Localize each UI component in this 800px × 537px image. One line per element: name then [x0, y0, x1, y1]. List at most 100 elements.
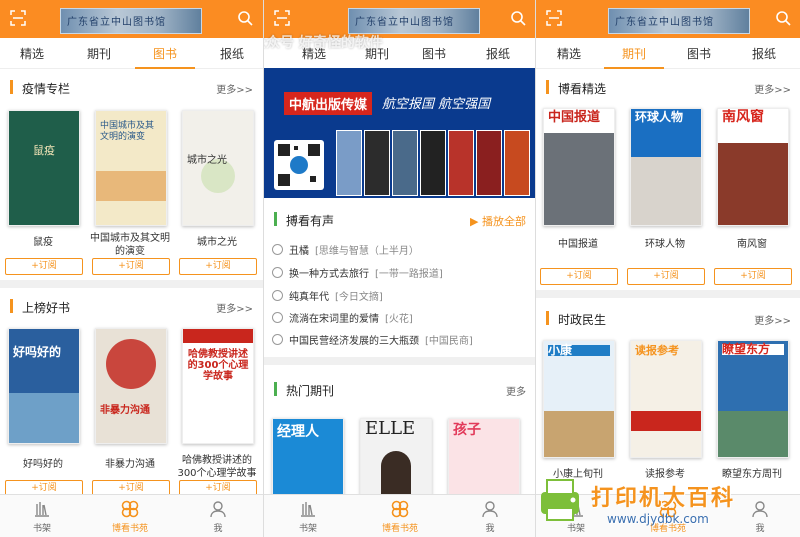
magazine-name[interactable]: 环球人物: [625, 238, 705, 251]
book-name[interactable]: 中国城市及其文明的演变: [90, 232, 170, 258]
more-link[interactable]: 更多>>: [216, 81, 253, 96]
subscribe-button[interactable]: +订阅: [92, 258, 170, 275]
tab-books[interactable]: 图书: [687, 45, 711, 62]
search-icon[interactable]: [775, 10, 791, 26]
audio-source: [火花]: [385, 314, 413, 325]
cover-title: 非暴力沟通: [100, 405, 150, 416]
magazine-cover[interactable]: 环球人物: [630, 108, 702, 226]
section-header: 时政民生 更多>>: [536, 306, 800, 330]
user-icon: [210, 501, 226, 518]
cover-title: ELLE: [365, 418, 416, 439]
nav-label: 我: [213, 524, 223, 534]
book-cover[interactable]: 哈佛教授讲述的300个心理学故事: [182, 328, 254, 444]
book-cover[interactable]: 中国城市及其文明的演变: [95, 110, 167, 226]
user-icon: [482, 501, 498, 518]
book-name[interactable]: 非暴力沟通: [90, 458, 170, 471]
magazine-cover[interactable]: 经理人: [272, 418, 344, 496]
magazine-cover[interactable]: 南风窗: [717, 108, 789, 226]
book-name[interactable]: 哈佛教授讲述的300个心理学故事: [177, 454, 257, 480]
section-marker: [274, 212, 277, 226]
nav-me[interactable]: 我: [188, 499, 248, 534]
audio-item[interactable]: 中国民营经济发展的三大瓶颈 [中国民商]: [272, 332, 473, 347]
tab-featured[interactable]: 精选: [557, 45, 581, 62]
magazine-thumb: [476, 130, 502, 196]
flower-icon: [391, 500, 409, 518]
scan-icon[interactable]: [10, 10, 26, 26]
nav-label: 博看书苑: [111, 524, 148, 534]
audio-title: 流淌在宋词里的爱情: [289, 314, 379, 325]
banner-text: 广东省立中山图书馆: [67, 17, 166, 28]
banner-text: 广东省立中山图书馆: [615, 17, 714, 28]
play-circle-icon: [272, 244, 283, 255]
audio-item[interactable]: 流淌在宋词里的爱情 [火花]: [272, 310, 413, 325]
more-link[interactable]: 更多>>: [754, 81, 791, 96]
magazine-name[interactable]: 南风窗: [712, 238, 792, 251]
subscribe-button[interactable]: +订阅: [179, 258, 257, 275]
search-icon[interactable]: [510, 10, 526, 26]
tab-periodicals[interactable]: 期刊: [87, 45, 111, 62]
book-cover[interactable]: 非暴力沟通: [95, 328, 167, 444]
category-tabs: 精选 期刊 图书 报纸: [536, 38, 800, 69]
book-name[interactable]: 鼠疫: [3, 236, 83, 249]
qr-code-icon: [274, 140, 324, 190]
book-name[interactable]: 好吗好的: [3, 458, 83, 471]
scan-icon[interactable]: [546, 10, 562, 26]
cover-title: 经理人: [277, 424, 319, 440]
magazine-name[interactable]: 中国报道: [538, 238, 618, 251]
subscribe-button[interactable]: +订阅: [627, 268, 705, 285]
magazine-thumb: [392, 130, 418, 196]
more-link[interactable]: 更多>>: [754, 312, 791, 327]
section-title: 搏看有声: [286, 214, 335, 228]
book-cover[interactable]: 好吗好的: [8, 328, 80, 444]
audio-item[interactable]: 换一种方式去旅行 [一带一路报道]: [272, 265, 443, 280]
tab-newspapers[interactable]: 报纸: [220, 45, 244, 62]
promo-banner[interactable]: 中航出版传媒 航空报国 航空强国: [264, 68, 536, 198]
more-link[interactable]: 更多: [506, 383, 526, 398]
cover-title: 鼠疫: [33, 144, 55, 157]
subscribe-button[interactable]: +订阅: [5, 258, 83, 275]
tab-featured[interactable]: 精选: [20, 45, 44, 62]
top-bar: 广东省立中山图书馆: [0, 0, 263, 38]
cover-art: [718, 143, 788, 225]
tab-periodicals[interactable]: 期刊: [603, 45, 665, 69]
search-icon[interactable]: [237, 10, 253, 26]
magazine-thumb: [420, 130, 446, 196]
nav-bookshelf[interactable]: 书架: [278, 499, 338, 534]
panel-periodicals: 广东省立中山图书馆 精选 期刊 图书 报纸 博看精选 更多>> 中国报道 环球人…: [535, 0, 800, 537]
magazine-cover[interactable]: 孩子: [448, 418, 520, 496]
more-link[interactable]: 更多>>: [216, 300, 253, 315]
tab-books[interactable]: 图书: [134, 45, 196, 69]
magazine-cover[interactable]: 小康: [543, 340, 615, 458]
audio-item[interactable]: 纯真年代 [今日文摘]: [272, 288, 383, 303]
subscribe-button[interactable]: +订阅: [540, 268, 618, 285]
section-title: 博看精选: [558, 82, 607, 96]
tab-books[interactable]: 图书: [422, 45, 446, 62]
nav-bookshelf[interactable]: 书架: [12, 499, 72, 534]
cover-title: 孩子: [453, 422, 481, 438]
scan-icon[interactable]: [274, 10, 290, 26]
play-all-label: 播放全部: [482, 215, 526, 228]
nav-bookgarden[interactable]: 博看书苑: [100, 499, 160, 534]
magazine-thumb: [364, 130, 390, 196]
subscribe-button[interactable]: +订阅: [714, 268, 792, 285]
book-cover[interactable]: 鼠疫: [8, 110, 80, 226]
tab-newspapers[interactable]: 报纸: [752, 45, 776, 62]
magazine-cover[interactable]: 瞭望东方: [717, 340, 789, 458]
top-bar: 广东省立中山图书馆: [264, 0, 536, 38]
book-cover[interactable]: 城市之光: [182, 110, 254, 226]
section-divider: [264, 357, 536, 365]
nav-me[interactable]: 我: [460, 499, 520, 534]
nav-bookgarden[interactable]: 博看书苑: [370, 499, 430, 534]
book-name[interactable]: 城市之光: [177, 236, 257, 249]
section-marker: [546, 80, 549, 94]
panel-featured: 广东省立中山图书馆 精选 期刊 图书 报纸 中航出版传媒 航空报国 航空强国 微…: [263, 0, 536, 537]
magazine-cover[interactable]: 读报参考: [630, 340, 702, 458]
play-all-button[interactable]: ▶ 播放全部: [470, 213, 526, 229]
audio-item[interactable]: 丑橘 [思维与智慧（上半月）: [272, 242, 419, 257]
section-header: 博看精选 更多>>: [536, 75, 800, 99]
tab-newspapers[interactable]: 报纸: [486, 45, 510, 62]
magazine-cover[interactable]: ELLE: [360, 418, 432, 496]
audio-title: 中国民营经济发展的三大瓶颈: [289, 336, 419, 347]
magazine-cover[interactable]: 中国报道: [543, 108, 615, 226]
category-tabs: 精选 期刊 图书 报纸: [0, 38, 263, 69]
